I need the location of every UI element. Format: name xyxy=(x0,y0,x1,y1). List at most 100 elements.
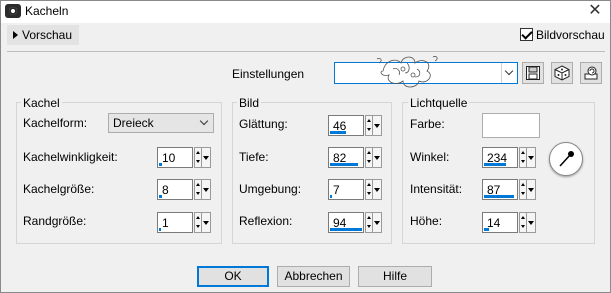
dialog-window: Kacheln ✕ Vorschau Bildvorschau Einstell… xyxy=(0,0,611,293)
tiefe-slider-button[interactable] xyxy=(373,147,382,168)
window-title: Kacheln xyxy=(25,4,69,18)
umgebung-slider-button[interactable] xyxy=(373,179,382,200)
kachelgroesse-label: Kachelgröße: xyxy=(23,182,95,196)
randgroesse-stepper[interactable] xyxy=(194,212,202,233)
light-angle-dial[interactable] xyxy=(549,142,583,176)
dropdown-arrow-icon xyxy=(203,221,209,225)
tiefe-spinbox[interactable]: 82 xyxy=(328,147,382,168)
dropdown-arrow-icon xyxy=(374,221,380,225)
arrow-up-icon xyxy=(196,151,200,154)
reset-preset-button[interactable] xyxy=(580,62,602,84)
umgebung-stepper[interactable] xyxy=(365,179,373,200)
close-button[interactable]: ✕ xyxy=(584,1,606,21)
cancel-button[interactable]: Abbrechen xyxy=(277,266,350,287)
dropdown-arrow-icon xyxy=(528,188,534,192)
kachelwinkligkeit-value: 10 xyxy=(162,151,176,165)
divider xyxy=(7,51,605,52)
glaettung-stepper[interactable] xyxy=(365,115,373,136)
arrow-down-icon xyxy=(196,225,200,228)
randgroesse-value: 1 xyxy=(162,216,169,230)
image-preview-checkbox[interactable] xyxy=(520,28,533,41)
farbe-label: Farbe: xyxy=(410,117,445,131)
kachelgroesse-stepper[interactable] xyxy=(194,179,202,200)
arrow-up-icon xyxy=(196,216,200,219)
reset-preset-icon xyxy=(584,66,598,80)
dropdown-arrow-icon xyxy=(528,221,534,225)
dropdown-arrow-icon xyxy=(203,156,209,160)
winkel-stepper[interactable] xyxy=(519,147,527,168)
winkel-spinbox[interactable]: 234 xyxy=(482,147,536,168)
arrow-up-icon xyxy=(367,151,371,154)
settings-label: Einstellungen xyxy=(232,67,305,81)
tiefe-stepper[interactable] xyxy=(365,147,373,168)
umgebung-spinbox[interactable]: 7 xyxy=(328,179,382,200)
dropdown-arrow-icon xyxy=(203,188,209,192)
title-bar: Kacheln ✕ xyxy=(1,1,610,23)
dropdown-arrow-icon xyxy=(374,124,380,128)
intensitaet-spinbox[interactable]: 87 xyxy=(482,179,536,200)
kachelwinkligkeit-stepper[interactable] xyxy=(194,147,202,168)
reflexion-stepper[interactable] xyxy=(365,212,373,233)
winkel-slider-fill xyxy=(484,163,506,166)
intensitaet-stepper[interactable] xyxy=(519,179,527,200)
dropdown-arrow-icon xyxy=(374,156,380,160)
dropdown-arrow-icon xyxy=(374,188,380,192)
save-preset-button[interactable] xyxy=(522,62,544,84)
kachel-group-title: Kachel xyxy=(21,96,62,110)
kachelwinkligkeit-slider-button[interactable] xyxy=(202,147,211,168)
chevron-down-icon xyxy=(504,66,514,76)
lichtquelle-group-title: Lichtquelle xyxy=(408,96,470,110)
kachelform-value: Dreieck xyxy=(113,116,154,130)
kachelform-select[interactable]: Dreieck xyxy=(108,113,214,133)
kachelgroesse-slider-button[interactable] xyxy=(202,179,211,200)
arrow-down-icon xyxy=(367,160,371,163)
kachelgroesse-slider-fill xyxy=(159,195,162,198)
glaettung-slider-fill xyxy=(330,131,346,134)
arrow-up-icon xyxy=(367,183,371,186)
ok-button[interactable]: OK xyxy=(197,266,269,287)
hoehe-spinbox[interactable]: 14 xyxy=(482,212,536,233)
tiefe-label: Tiefe: xyxy=(239,150,269,164)
help-button[interactable]: Hilfe xyxy=(358,266,432,287)
reflexion-label: Reflexion: xyxy=(239,214,293,228)
arrow-down-icon xyxy=(521,225,525,228)
hoehe-label: Höhe: xyxy=(410,214,443,228)
kachelwinkligkeit-label: Kachelwinkligkeit: xyxy=(23,150,118,164)
reflexion-spinbox[interactable]: 94 xyxy=(328,212,382,233)
arrow-up-icon xyxy=(521,151,525,154)
arrow-up-icon xyxy=(521,183,525,186)
randgroesse-slider-button[interactable] xyxy=(202,212,211,233)
kachelgroesse-value: 8 xyxy=(162,183,169,197)
arrow-up-icon xyxy=(521,216,525,219)
intensitaet-slider-button[interactable] xyxy=(527,179,536,200)
winkel-label: Winkel: xyxy=(410,150,450,164)
dropdown-arrow-icon xyxy=(528,156,534,160)
light-color-swatch[interactable] xyxy=(482,113,540,138)
arrow-up-icon xyxy=(196,183,200,186)
random-settings-button[interactable] xyxy=(551,62,573,84)
randgroesse-spinbox[interactable]: 1 xyxy=(157,212,211,233)
settings-dropdown-button[interactable] xyxy=(501,63,517,83)
hoehe-stepper[interactable] xyxy=(519,212,527,233)
preview-toggle-label: Vorschau xyxy=(22,28,73,42)
hoehe-slider-fill xyxy=(484,228,489,231)
glaettung-slider-button[interactable] xyxy=(373,115,382,136)
winkel-slider-button[interactable] xyxy=(527,147,536,168)
kachelgroesse-spinbox[interactable]: 8 xyxy=(157,179,211,200)
preview-toggle[interactable]: Vorschau xyxy=(7,25,79,45)
bild-group-title: Bild xyxy=(237,96,262,110)
tiefe-slider-fill xyxy=(330,163,358,166)
glaettung-spinbox[interactable]: 46 xyxy=(328,115,382,136)
angle-needle-icon xyxy=(559,151,574,167)
randgroesse-label: Randgröße: xyxy=(23,214,87,228)
kachelwinkligkeit-spinbox[interactable]: 10 xyxy=(157,147,211,168)
expand-arrow-icon xyxy=(13,31,18,39)
reflexion-slider-fill xyxy=(330,228,362,231)
umgebung-label: Umgebung: xyxy=(239,182,302,196)
arrow-down-icon xyxy=(367,128,371,131)
image-preview-label[interactable]: Bildvorschau xyxy=(536,28,605,42)
reflexion-slider-button[interactable] xyxy=(373,212,382,233)
hoehe-slider-button[interactable] xyxy=(527,212,536,233)
chevron-down-icon xyxy=(199,116,209,126)
umgebung-slider-fill xyxy=(330,195,332,198)
